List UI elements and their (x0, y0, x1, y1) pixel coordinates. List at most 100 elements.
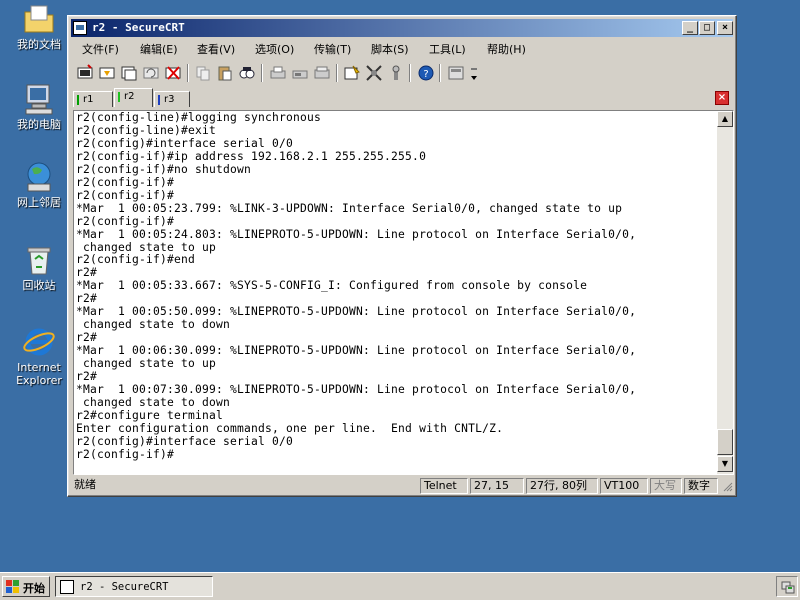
system-tray (776, 576, 798, 597)
desktop-icon-label: 网上邻居 (17, 196, 61, 209)
terminal-line: r2(config-if)#end (76, 253, 196, 267)
quick-connect-icon[interactable] (98, 64, 116, 82)
desktop-icon-label: 我的文档 (17, 38, 61, 51)
keymap-icon[interactable] (387, 64, 405, 82)
status-caps-lock: 大写 (650, 478, 682, 494)
toolbar-separator (336, 64, 338, 82)
desktop-icon-label: Explorer (16, 374, 62, 387)
print-selection-icon[interactable] (291, 64, 309, 82)
network-tray-icon[interactable] (780, 579, 796, 595)
status-protocol: Telnet (420, 478, 468, 494)
network-globe-icon (22, 160, 56, 194)
tab-color-marker (77, 95, 79, 105)
terminal-line: *Mar 1 00:05:23.799: %LINK-3-UPDOWN: Int… (76, 201, 623, 215)
minimize-button[interactable]: _ (682, 21, 698, 35)
desktop-icon-my-computer[interactable]: 我的电脑 (4, 82, 74, 131)
toolbar-overflow-icon[interactable] (469, 64, 479, 82)
menu-view[interactable]: 查看(V) (197, 41, 235, 57)
global-options-icon[interactable] (365, 64, 383, 82)
maximize-button[interactable]: □ (699, 21, 715, 35)
taskbar: 开始 r2 - SecureCRT (0, 572, 800, 600)
paste-icon[interactable] (216, 64, 234, 82)
tab-r2[interactable]: r2 (114, 88, 153, 107)
status-emulation: VT100 (600, 478, 648, 494)
toolbar-separator (409, 64, 411, 82)
taskbar-item-securecrt[interactable]: r2 - SecureCRT (55, 576, 213, 597)
menu-file[interactable]: 文件(F) (82, 41, 119, 57)
tab-color-marker (118, 92, 120, 102)
status-cursor-position: 27, 15 (470, 478, 524, 494)
securecrt-window: r2 - SecureCRT _ □ × 文件(F) 编辑(E) 查看(V) 选… (67, 15, 737, 497)
copy-icon[interactable] (194, 64, 212, 82)
menu-edit[interactable]: 编辑(E) (140, 41, 178, 57)
terminal-line: changed state to up (76, 357, 217, 371)
terminal-line: r2#configure terminal (76, 408, 224, 422)
terminal-line: r2(config-if)#ip address 192.168.2.1 255… (76, 149, 427, 163)
tab-r1[interactable]: r1 (73, 91, 113, 107)
menu-transfer[interactable]: 传输(T) (314, 41, 351, 57)
close-button[interactable]: × (717, 21, 733, 35)
title-bar[interactable]: r2 - SecureCRT _ □ × (71, 19, 733, 37)
terminal-line: r2(config-if)# (76, 175, 175, 189)
status-terminal-size: 27行, 80列 (526, 478, 598, 494)
desktop-icon-recycle-bin[interactable]: 回收站 (4, 243, 74, 292)
vertical-scrollbar[interactable]: ▲ ▼ (717, 111, 733, 474)
tab-label: r2 (124, 91, 135, 102)
terminal-line: Enter configuration commands, one per li… (76, 421, 504, 435)
start-button[interactable]: 开始 (2, 576, 50, 597)
terminal-line: *Mar 1 00:05:33.667: %SYS-5-CONFIG_I: Co… (76, 279, 588, 293)
status-ready: 就绪 (74, 478, 96, 491)
terminal-line: *Mar 1 00:05:24.803: %LINEPROTO-5-UPDOWN… (76, 227, 637, 241)
toolbar-toggle-icon[interactable] (447, 64, 465, 82)
securecrt-app-icon (60, 580, 74, 594)
find-icon[interactable] (238, 64, 256, 82)
terminal-line: changed state to down (76, 395, 231, 409)
scroll-up-icon[interactable]: ▲ (717, 111, 733, 127)
start-label: 开始 (23, 582, 45, 595)
terminal-line: r2(config-line)#logging synchronous (76, 112, 322, 124)
terminal-frame: r2(config-line)#logging synchronous r2(co… (73, 110, 734, 475)
toolbar-separator (261, 64, 263, 82)
scroll-down-icon[interactable]: ▼ (717, 456, 733, 472)
tab-label: r1 (83, 94, 94, 105)
terminal-line: r2(config-if)# (76, 214, 175, 228)
print-setup-icon[interactable] (313, 64, 331, 82)
desktop-icon-label: 回收站 (22, 279, 56, 292)
menu-options[interactable]: 选项(O) (255, 41, 294, 57)
status-bar: 就绪 Telnet 27, 15 27行, 80列 VT100 大写 数字 (71, 478, 733, 494)
reconnect-icon[interactable] (142, 64, 160, 82)
toolbar: ? (73, 61, 731, 85)
tab-r3[interactable]: r3 (154, 91, 190, 107)
connect-in-tab-icon[interactable] (120, 64, 138, 82)
desktop-icon-label: 我的电脑 (17, 118, 61, 131)
desktop-icon-internet-explorer[interactable]: Internet Explorer (4, 325, 74, 387)
menu-bar: 文件(F) 编辑(E) 查看(V) 选项(O) 传输(T) 脚本(S) 工具(L… (71, 38, 733, 58)
disconnect-icon[interactable] (164, 64, 182, 82)
menu-script[interactable]: 脚本(S) (371, 41, 409, 57)
terminal-line: changed state to down (76, 318, 231, 332)
securecrt-app-icon[interactable] (73, 21, 87, 35)
desktop-icon-network[interactable]: 网上邻居 (4, 160, 74, 209)
tab-color-marker (158, 95, 160, 105)
windows-logo-icon (6, 580, 20, 593)
terminal-line: r2(config)#interface serial 0/0 (76, 434, 294, 448)
session-tabs: r1 r2 r3 × (73, 88, 731, 108)
terminal-output[interactable]: r2(config-line)#logging synchronous r2(co… (76, 112, 717, 473)
tab-label: r3 (164, 94, 175, 105)
terminal-line: r2(config-if)# (76, 188, 175, 202)
session-options-icon[interactable] (343, 64, 361, 82)
menu-tools[interactable]: 工具(L) (429, 41, 466, 57)
print-icon[interactable] (269, 64, 287, 82)
terminal-line: r2(config)#interface serial 0/0 (76, 136, 294, 150)
menu-help[interactable]: 帮助(H) (487, 41, 526, 57)
toolbar-separator (439, 64, 441, 82)
connect-icon[interactable] (76, 64, 94, 82)
folder-icon (22, 2, 56, 36)
scroll-thumb[interactable] (717, 429, 733, 455)
close-tab-icon[interactable]: × (715, 91, 729, 105)
computer-icon (22, 82, 56, 116)
svg-text:?: ? (423, 69, 428, 80)
desktop-icon-my-documents[interactable]: 我的文档 (4, 2, 74, 51)
resize-grip-icon[interactable] (721, 480, 733, 492)
help-icon[interactable]: ? (417, 64, 435, 82)
